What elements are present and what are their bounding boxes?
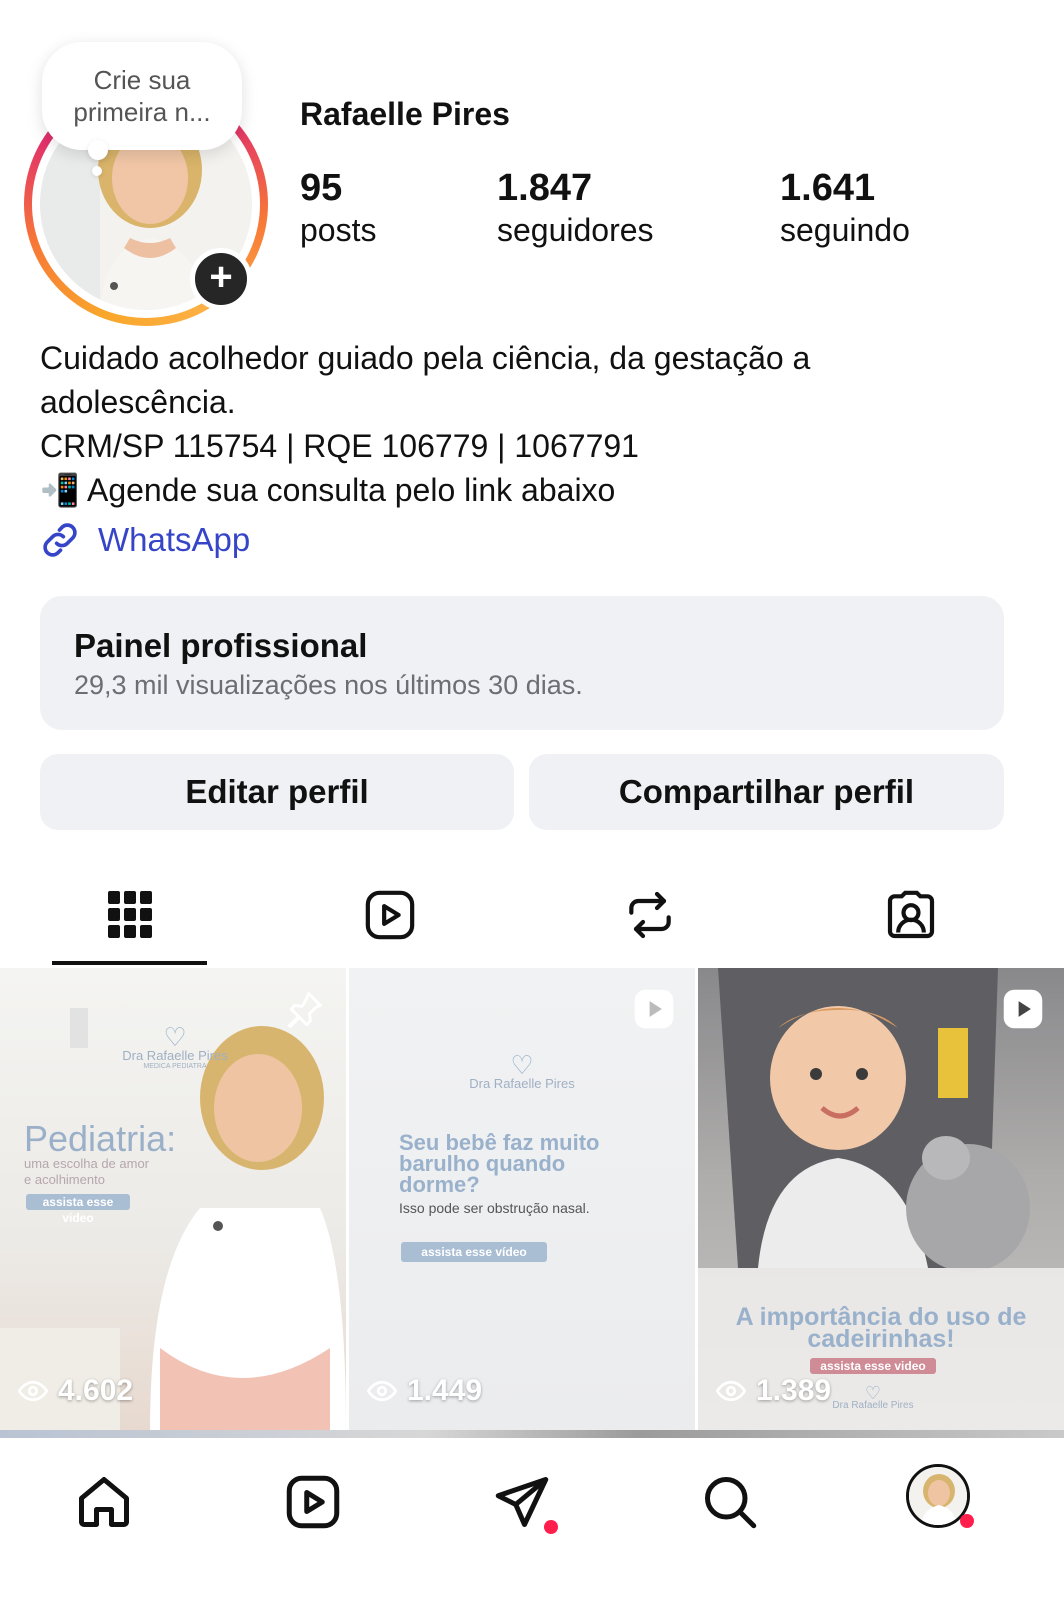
tab-reels[interactable] [350,880,430,950]
followers-count[interactable]: 1.847 seguidores [497,166,654,250]
tab-tagged[interactable] [871,880,951,950]
share-profile-button[interactable]: Compartilhar perfil [529,754,1004,830]
eye-icon [716,1380,746,1402]
view-count: 4.602 [18,1374,133,1408]
bottom-navigation [0,1438,1064,1600]
reels-icon [286,1475,340,1529]
nav-reels[interactable] [277,1466,349,1538]
active-tab-indicator [52,961,207,965]
home-icon [79,1477,129,1527]
view-count: 1.449 [367,1374,482,1408]
professional-dashboard[interactable]: Painel profissional 29,3 mil visualizaçõ… [40,596,1004,730]
nav-search[interactable] [694,1466,766,1538]
tagged-icon [887,890,935,939]
nav-messages[interactable] [486,1466,558,1538]
reels-icon [365,890,415,940]
grid-icon [108,891,152,938]
bio-link[interactable]: WhatsApp [40,520,250,560]
reposts-icon [629,891,671,939]
posts-count[interactable]: 95 posts [300,166,376,250]
profile-username: Rafaelle Pires [300,96,510,132]
pin-icon [282,988,326,1037]
eye-icon [18,1380,48,1402]
post-tile[interactable]: ♡ Dra Rafaelle Pires MEDICA PEDIATRA Ped… [0,968,346,1430]
post-tile[interactable]: A importância do uso de cadeirinhas! ass… [698,968,1064,1430]
following-count[interactable]: 1.641 seguindo [780,166,910,250]
reel-badge-icon [1002,988,1044,1035]
next-row-peek [0,1430,1064,1438]
profile-notification-dot [960,1514,974,1528]
whatsapp-link[interactable]: WhatsApp [98,521,250,559]
add-story-button[interactable]: + [190,248,252,310]
view-count: 1.389 [716,1374,831,1408]
notification-dot [544,1520,558,1534]
note-bubble[interactable]: Crie sua primeira n... [42,42,242,150]
post-tile[interactable]: ♡ Dra Rafaelle Pires Seu bebê faz muito … [349,968,695,1430]
heart-logo-icon: ♡ [864,1383,882,1403]
reel-badge-icon [633,988,675,1035]
nav-home[interactable] [68,1466,140,1538]
dashboard-subtitle: 29,3 mil visualizações nos últimos 30 di… [74,670,583,700]
profile-bio: Cuidado acolhedor guiado pela ciência, d… [40,340,811,508]
tab-posts[interactable] [90,880,170,950]
messages-icon [495,1477,549,1527]
eye-icon [367,1380,397,1402]
heart-logo-icon: ♡ [163,1022,187,1052]
tab-reposts[interactable] [610,880,690,950]
search-icon [705,1477,757,1529]
dashboard-title: Painel profissional [74,627,368,664]
phone-emoji: 📲 [40,472,80,508]
heart-logo-icon: ♡ [510,1050,534,1080]
edit-profile-button[interactable]: Editar perfil [40,754,514,830]
link-icon [43,523,77,557]
